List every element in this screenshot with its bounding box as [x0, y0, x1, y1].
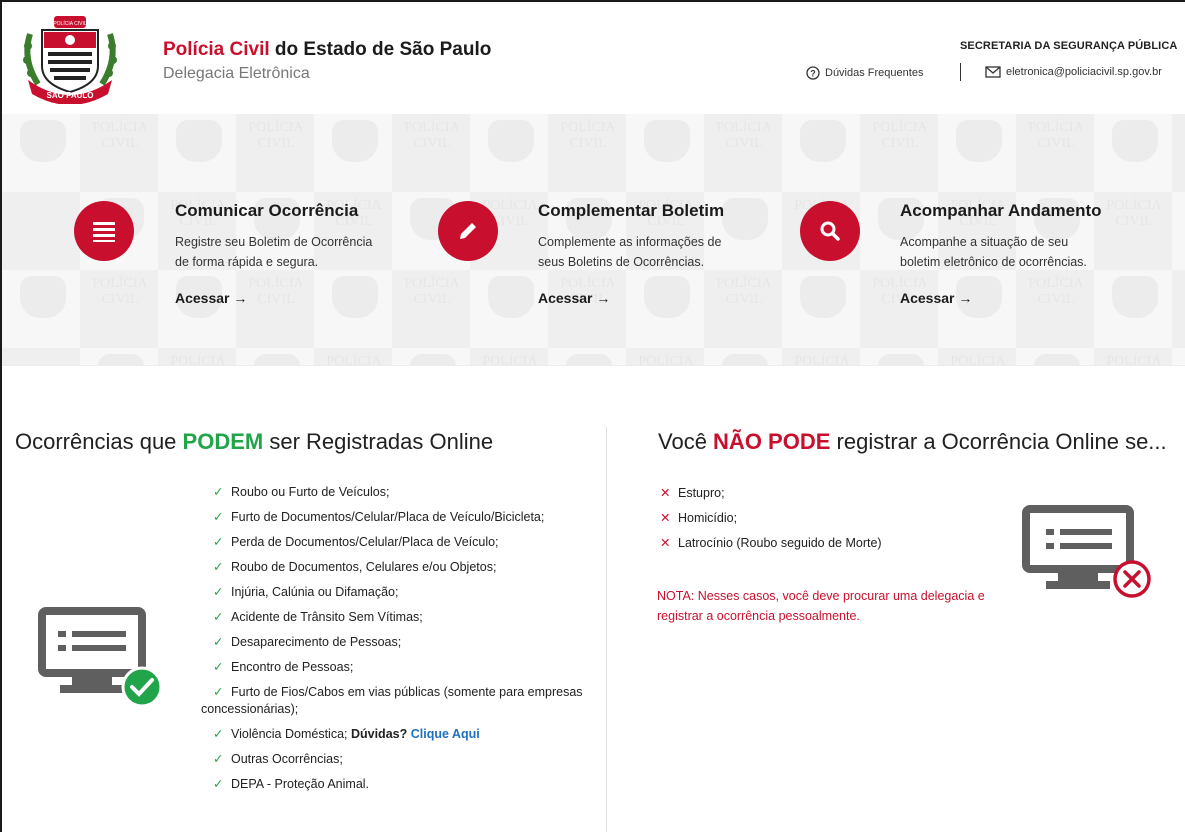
site-subtitle: Delegacia Eletrônica — [163, 65, 310, 82]
site-header: POLÍCIA CIVIL SÃO PAULO Polícia Civil do… — [2, 2, 1185, 114]
list-item: ✓ Violência Doméstica; Dúvidas? Clique Aq… — [213, 727, 480, 741]
search-icon — [820, 221, 840, 241]
check-icon: ✓ — [213, 777, 224, 791]
list-item: ✓ Roubo ou Furto de Veículos; — [213, 485, 390, 499]
list-item: ✓ Injúria, Calúnia ou Difamação; — [213, 585, 399, 599]
list-item: ✓ Acidente de Trânsito Sem Vítimas; — [213, 610, 423, 624]
list-item: ✕ Latrocínio (Roubo seguido de Morte) — [660, 536, 882, 550]
check-icon: ✓ — [213, 727, 224, 741]
card-access-link[interactable]: Acessar → — [538, 290, 610, 306]
check-icon: ✓ — [213, 535, 224, 549]
heading-highlight: PODEM — [182, 429, 264, 454]
check-icon: ✓ — [213, 752, 224, 766]
x-icon: ✕ — [660, 486, 671, 500]
check-icon: ✓ — [213, 660, 224, 674]
list-item: ✕ Homicídio; — [660, 511, 738, 525]
heading-pre: Ocorrências que — [15, 429, 183, 454]
card-access-link[interactable]: Acessar → — [900, 290, 972, 306]
can-register-list: ✓ Roubo ou Furto de Veículos; ✓ Furto de D… — [201, 484, 601, 801]
logo-top-text: POLÍCIA CIVIL — [53, 20, 87, 27]
card-desc-line2: de forma rápida e segura. — [175, 255, 319, 269]
list-item: ✓ Furto de Documentos/Celular/Placa de Ve… — [213, 510, 545, 524]
x-icon: ✕ — [660, 536, 671, 550]
list-item: ✕ Estupro; — [660, 486, 725, 500]
envelope-icon — [985, 66, 1001, 78]
list-item: ✓ Encontro de Pessoas; — [213, 660, 354, 674]
card-access-link[interactable]: Acessar → — [175, 290, 247, 306]
list-item: ✓ Desaparecimento de Pessoas; — [213, 635, 402, 649]
check-icon: ✓ — [213, 485, 224, 499]
column-divider — [606, 427, 607, 832]
svg-text:?: ? — [810, 69, 816, 79]
heading-post: ser Registradas Online — [263, 429, 494, 454]
card-title: Comunicar Ocorrência — [175, 201, 359, 220]
monitor-check-icon — [38, 607, 162, 707]
site-title: Polícia Civil do Estado de São Paulo — [163, 39, 491, 61]
email-link[interactable]: eletronica@policiacivil.sp.gov.br — [985, 66, 1162, 78]
list-item: ✓ Roubo de Documentos, Celulares e/ou Obj… — [213, 560, 497, 574]
faq-link[interactable]: ? Dúvidas Frequentes — [806, 66, 923, 80]
can-register-heading: Ocorrências que PODEM ser Registradas On… — [15, 429, 493, 455]
sp-coat-of-arms-logo[interactable]: POLÍCIA CIVIL SÃO PAULO — [20, 14, 120, 104]
check-icon: ✓ — [213, 610, 224, 624]
list-item: ✓ DEPA - Proteção Animal. — [213, 777, 370, 791]
card-desc-line1: Complemente as informações de — [538, 235, 722, 249]
pencil-icon — [460, 223, 476, 239]
check-icon: ✓ — [213, 635, 224, 649]
faq-label: Dúvidas Frequentes — [825, 67, 924, 79]
card-desc-line1: Registre seu Boletim de Ocorrência — [175, 235, 373, 249]
services-banner: POLÍCIA CIVIL POLÍCIA CIVIL POLÍCIA CIVIL POLÍ… — [2, 114, 1185, 366]
x-icon: ✕ — [660, 511, 671, 525]
clique-aqui-link[interactable]: Clique Aqui — [411, 727, 480, 741]
heading-highlight: NÃO PODE — [713, 429, 831, 454]
cannot-register-heading: Você NÃO PODE registrar a Ocorrência Onl… — [658, 429, 1167, 455]
page-frame: POLÍCIA CIVIL SÃO PAULO Polícia Civil do… — [0, 0, 1185, 832]
header-separator — [960, 63, 961, 81]
card-icon-circle[interactable] — [438, 201, 498, 261]
card-title: Complementar Boletim — [538, 201, 725, 220]
list-item: ✓ Perda de Documentos/Celular/Placa de Ve… — [213, 535, 499, 549]
card-acompanhar-andamento: Acompanhar Andamento Acompanhe a situaçã… — [762, 114, 1182, 365]
heading-post: registrar a Ocorrência Online se... — [830, 429, 1167, 454]
card-icon-circle[interactable] — [800, 201, 860, 261]
email-label: eletronica@policiacivil.sp.gov.br — [1006, 66, 1162, 78]
list-icon — [93, 222, 115, 242]
card-desc-line2: boletim eletrônico de ocorrências. — [900, 255, 1087, 269]
card-comunicar-ocorrencia: Comunicar Ocorrência Registre seu Boleti… — [2, 114, 402, 365]
secretaria-label: SECRETARIA DA SEGURANÇA PÚBLICA — [960, 40, 1178, 52]
question-circle-icon: ? — [806, 66, 820, 80]
card-icon-circle[interactable] — [74, 201, 134, 261]
card-desc-line1: Acompanhe a situação de seu — [900, 235, 1069, 249]
logo-ribbon-text: SÃO PAULO — [47, 91, 94, 100]
list-item: ✓ Outras Ocorrências; — [213, 752, 343, 766]
cannot-register-list: ✕ Estupro; ✕ Homicídio; ✕ Latrocínio (Roubo… — [659, 485, 882, 560]
site-title-highlight: Polícia Civil — [163, 39, 270, 60]
card-title: Acompanhar Andamento — [900, 201, 1102, 220]
site-title-rest: do Estado de São Paulo — [269, 39, 492, 60]
check-icon: ✓ — [213, 510, 224, 524]
nota-text: NOTA: Nesses casos, você deve procurar u… — [657, 589, 985, 623]
card-complementar-boletim: Complementar Boletim Complemente as info… — [402, 114, 782, 365]
monitor-x-icon — [1022, 505, 1151, 598]
heading-pre: Você — [658, 429, 714, 454]
check-icon: ✓ — [213, 685, 224, 699]
check-icon: ✓ — [213, 585, 224, 599]
check-icon: ✓ — [213, 560, 224, 574]
card-desc-line2: seus Boletins de Ocorrências. — [538, 255, 705, 269]
list-item: ✓ Furto de Fios/Cabos em vias públicas (s… — [201, 685, 583, 716]
duvidas-label: Dúvidas? — [350, 727, 408, 741]
